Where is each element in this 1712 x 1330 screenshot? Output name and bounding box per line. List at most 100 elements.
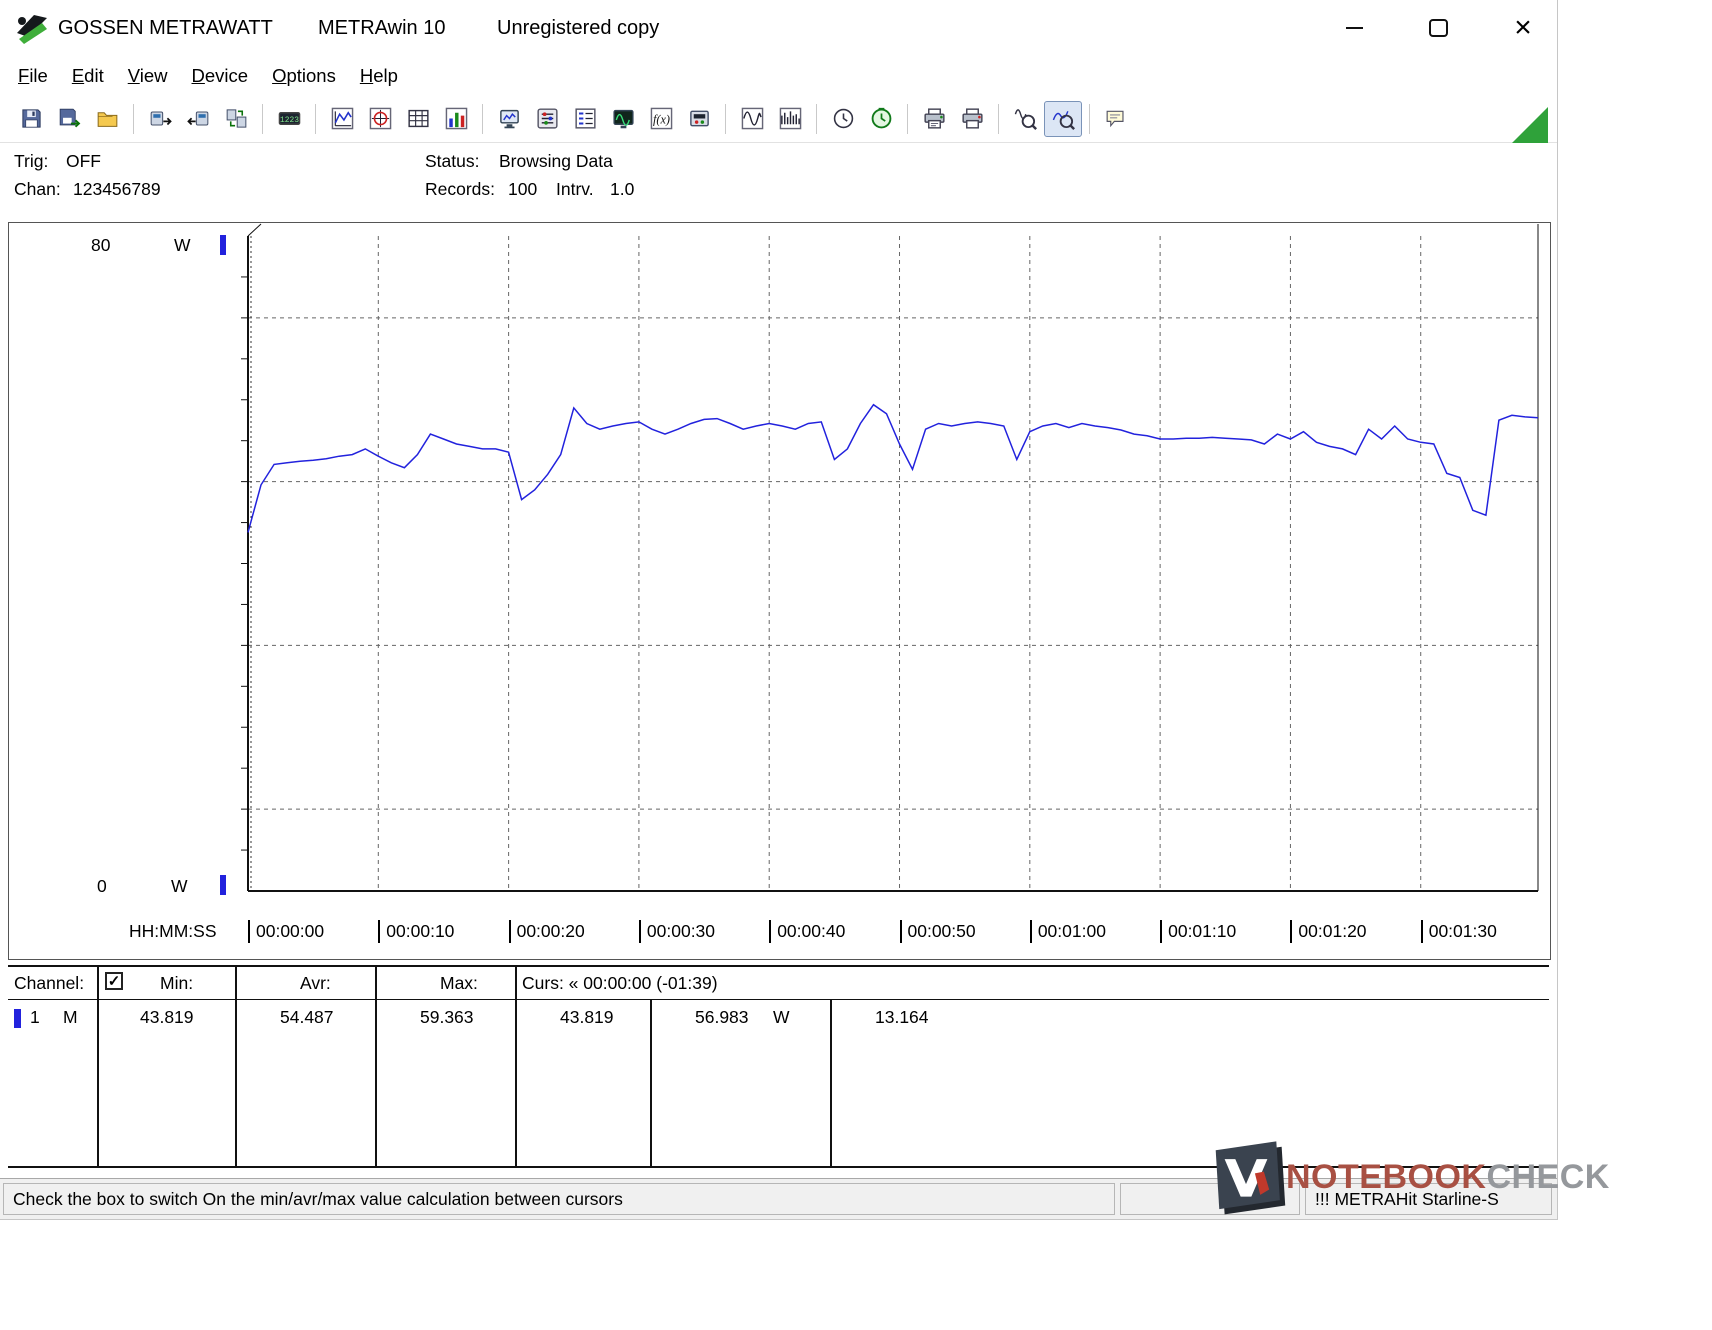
menu-view[interactable]: View (116, 61, 180, 91)
resize-grip-indicator (1512, 107, 1548, 143)
transfer-device-button[interactable] (217, 101, 255, 137)
x-tick-label: 00:00:30 (638, 920, 715, 943)
analog-wave-button[interactable] (733, 101, 771, 137)
zoom-curve-icon (1052, 111, 1075, 130)
xy-chart-button[interactable] (361, 101, 399, 137)
zoom-mode-button[interactable] (1044, 100, 1082, 137)
floppy-icon (21, 109, 41, 128)
table-view-button[interactable] (399, 101, 437, 137)
numeric-display-button[interactable]: 1223 (270, 101, 308, 137)
upload-device-icon (150, 111, 172, 126)
maximize-button[interactable] (1414, 5, 1462, 51)
menu-options[interactable]: Options (260, 61, 348, 91)
toolbar-separator (816, 103, 817, 134)
menu-bar: File Edit View Device Options Help (0, 57, 1563, 95)
trig-label: Trig: (14, 151, 49, 171)
close-button[interactable]: × (1499, 5, 1547, 51)
svg-text:f(x): f(x) (653, 113, 670, 127)
open-button[interactable] (88, 101, 126, 137)
y-axis-max-label: 80 (91, 235, 111, 255)
floppy-export-icon (59, 108, 80, 128)
check-icon: ✓ (107, 973, 121, 990)
intrv-value: 1.0 (610, 179, 635, 199)
watermark-text-check: CHECK (1486, 1158, 1610, 1196)
cell-max: 59.363 (420, 1007, 474, 1027)
printer-preview-icon (923, 108, 945, 129)
maximize-icon (1428, 19, 1448, 37)
x-tick-label: 00:00:50 (899, 920, 976, 943)
records-value: 100 (508, 179, 538, 199)
menu-help[interactable]: Help (348, 61, 410, 91)
bar-graph-button[interactable] (437, 101, 475, 137)
toolbar-separator (1089, 103, 1090, 134)
instrument-icon (689, 110, 709, 127)
records-label: Records: (425, 179, 496, 199)
header-channel: Channel: (14, 973, 85, 993)
save-button[interactable] (12, 101, 50, 137)
x-axis-labels: 00:00:00 00:00:10 00:00:20 00:00:30 00:00:40… (9, 920, 1550, 948)
print-preview-button[interactable] (915, 101, 953, 137)
title-bar: GOSSEN METRAWATT METRAwin 10 Unregistere… (0, 0, 1557, 57)
table-column-divider (830, 999, 832, 1166)
crosshair-chart-icon (369, 107, 391, 130)
header-avr: Avr: (300, 973, 331, 993)
cursor-marker-top[interactable] (220, 235, 226, 255)
cell-cursor1-value: 43.819 (560, 1007, 614, 1027)
channel-list-button[interactable] (566, 101, 604, 137)
chan-label: Chan: (14, 179, 61, 199)
yt-chart-button[interactable] (323, 101, 361, 137)
menu-edit[interactable]: Edit (60, 61, 116, 91)
x-tick-label: 00:01:30 (1420, 920, 1497, 943)
svg-text:1223: 1223 (280, 116, 299, 125)
lcd-display-icon: 1223 (278, 112, 300, 125)
filter-wave-button[interactable] (771, 101, 809, 137)
device-settings-button[interactable] (528, 101, 566, 137)
toolbar-separator (482, 103, 483, 134)
timer-button[interactable] (862, 101, 900, 137)
history-clock-button[interactable] (824, 101, 862, 137)
download-device-button[interactable] (179, 101, 217, 137)
toolbar-separator (133, 103, 134, 134)
toolbar-separator (998, 103, 999, 134)
zoom-signal-button[interactable] (1006, 101, 1044, 137)
menu-file[interactable]: File (6, 61, 60, 91)
minmax-between-cursors-checkbox[interactable]: ✓ (105, 972, 123, 990)
zoom-wave-icon (1014, 109, 1037, 130)
green-timer-icon (871, 107, 891, 129)
comb-wave-icon (779, 107, 801, 130)
sine-wave-icon (741, 107, 763, 130)
print-button[interactable] (953, 101, 991, 137)
gossen-metrawatt-logo (17, 15, 47, 44)
sliders-icon (536, 108, 558, 129)
x-tick-label: 00:01:00 (1029, 920, 1106, 943)
statusbar-message: Check the box to switch On the min/avr/m… (13, 1188, 623, 1209)
minimize-button[interactable] (1330, 5, 1378, 51)
cell-channel-number: 1 (30, 1007, 40, 1027)
power-trace (247, 403, 1539, 533)
cell-cursor-unit: W (773, 1007, 790, 1027)
y-axis-min-unit: W (171, 876, 188, 896)
x-tick-label: 00:01:10 (1160, 920, 1236, 943)
status-value: Browsing Data (499, 151, 613, 171)
monitor-config-button[interactable] (490, 101, 528, 137)
close-icon: × (1514, 11, 1532, 44)
menu-device[interactable]: Device (180, 61, 261, 91)
table-column-divider (235, 967, 237, 1166)
app-title: METRAwin 10 (318, 17, 446, 39)
device-panel-button[interactable] (680, 101, 718, 137)
save-as-button[interactable] (50, 101, 88, 137)
cell-channel-unit: M (63, 1007, 78, 1027)
chart-panel: 80 W 0 W HH:MM:SS 00:00:00 00:00:10 00:00:… (8, 222, 1551, 960)
chart-plot-area[interactable] (9, 223, 1548, 957)
toolbar: 1223 f(x) (0, 95, 1557, 143)
table-column-divider (650, 999, 652, 1166)
annotation-button[interactable] (1097, 101, 1135, 137)
y-axis-max-unit: W (174, 235, 191, 255)
monitor-view-button[interactable] (604, 101, 642, 137)
x-tick-label: 00:00:00 (248, 920, 324, 943)
note-bubble-icon (1106, 110, 1124, 128)
formula-button[interactable]: f(x) (642, 101, 680, 137)
upload-device-button[interactable] (141, 101, 179, 137)
intrv-label: Intrv. (556, 179, 594, 199)
cursor-marker-bottom[interactable] (220, 875, 226, 895)
